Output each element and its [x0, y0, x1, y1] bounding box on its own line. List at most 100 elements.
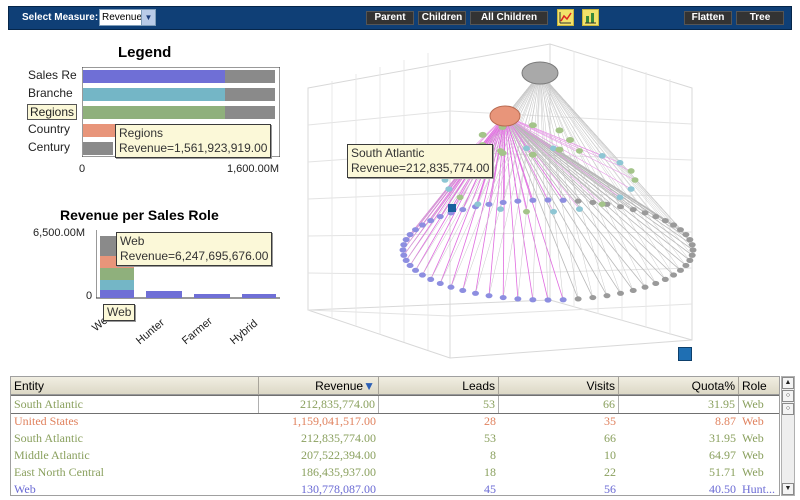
legend-label-regions[interactable]: Regions	[27, 104, 78, 120]
chevron-down-icon[interactable]: ▼	[141, 10, 155, 25]
table-row[interactable]: South Atlantic 212,835,774.00 53 66 31.95 Web	[11, 395, 779, 414]
legend-bar-branches	[83, 88, 225, 101]
hierarchy-node	[400, 252, 408, 258]
zoom-icon[interactable]: ○	[782, 390, 794, 402]
hierarchy-node	[474, 201, 482, 207]
table-cell-role: Hunt...	[742, 482, 775, 496]
table-cell-quota: 8.87	[715, 414, 736, 428]
column-header-visits[interactable]: Visits	[499, 377, 619, 395]
table-cell-visits: 66	[499, 396, 619, 413]
hierarchy-node	[427, 276, 435, 282]
hierarchy-node	[641, 284, 649, 290]
hierarchy-3d-view[interactable]	[300, 40, 800, 365]
table-cell-entity: East North Central	[14, 465, 104, 479]
hierarchy-node	[652, 280, 660, 287]
hierarchy-node-country	[489, 105, 521, 127]
scroll-up-icon[interactable]: ▲	[782, 377, 794, 389]
hierarchy-node	[445, 186, 453, 192]
table-cell-role: Web	[739, 396, 779, 413]
column-header-revenue[interactable]: Revenue▼	[259, 377, 379, 395]
revenue-category-hybrid[interactable]: Hybrid	[228, 318, 260, 348]
legend-axis-max: 1,600.00M	[227, 163, 279, 175]
hierarchy-node	[629, 287, 637, 294]
table-cell-revenue: 130,778,087.00	[301, 482, 376, 496]
legend-label-branches[interactable]: Branche	[28, 86, 73, 100]
hierarchy-node	[566, 137, 574, 143]
revenue-category-tooltip: Web	[103, 304, 136, 321]
flatten-button[interactable]: Flatten	[684, 11, 732, 25]
column-header-entity[interactable]: Entity	[11, 377, 259, 395]
table-row[interactable]: United States 1,159,041,517.00 28 35 8.87 Web	[11, 413, 779, 430]
table-row[interactable]: South Atlantic 212,835,774.00 53 66 31.95 Web	[11, 430, 779, 447]
entity-table: Entity Revenue▼ Leads Visits Quota% Role…	[10, 376, 780, 496]
table-cell-entity: Middle Atlantic	[14, 448, 90, 462]
legend-axis-min: 0	[79, 163, 86, 175]
table-cell-revenue: 212,835,774.00	[259, 396, 379, 413]
hierarchy-node	[652, 213, 660, 220]
revenue-category-hunter[interactable]: Hunter	[134, 317, 167, 347]
measure-select-value: Revenue	[102, 12, 143, 23]
all-children-button[interactable]: All Children	[470, 11, 548, 25]
view-cube-icon[interactable]	[678, 347, 692, 361]
hierarchy-node	[418, 222, 426, 228]
line-chart-icon[interactable]	[557, 9, 574, 26]
bar-chart-icon[interactable]	[582, 9, 599, 26]
hierarchy-node	[400, 242, 408, 248]
table-cell-quota: 51.71	[709, 465, 736, 479]
hierarchy-node	[670, 222, 678, 228]
hierarchy-node	[589, 199, 597, 206]
table-row[interactable]: East North Central 186,435,937.00 18 22 51.7…	[11, 464, 779, 481]
hierarchy-node-century	[521, 61, 559, 85]
scroll-down-icon[interactable]: ▼	[782, 483, 794, 495]
hierarchy-node	[399, 247, 407, 253]
revenue-axis-min: 0	[86, 290, 93, 302]
table-cell-visits: 22	[604, 465, 616, 479]
hierarchy-node	[676, 267, 684, 273]
legend-label-sales-reps[interactable]: Sales Re	[28, 68, 77, 82]
revenue-tooltip-value: Revenue=6,247,695,676.00	[120, 249, 269, 263]
hierarchy-node	[412, 227, 420, 233]
table-cell-entity: South Atlantic	[14, 431, 83, 445]
table-cell-leads: 53	[484, 431, 496, 445]
table-cell-visits: 56	[604, 482, 616, 496]
hierarchy-node	[544, 297, 552, 303]
children-button[interactable]: Children	[418, 11, 466, 25]
table-row[interactable]: Web 130,778,087.00 45 56 40.50 Hunt...	[11, 481, 779, 496]
tree-button[interactable]: Tree	[736, 11, 784, 25]
revenue-tooltip: Web Revenue=6,247,695,676.00	[116, 232, 273, 266]
hierarchy-node	[574, 296, 582, 302]
hierarchy-node	[616, 194, 624, 201]
hierarchy-node	[686, 257, 694, 263]
table-cell-leads: 8	[490, 448, 496, 462]
measure-select[interactable]: Revenue ▼	[99, 9, 156, 26]
hierarchy-node	[522, 208, 530, 215]
table-row[interactable]: Middle Atlantic 207,522,394.00 8 10 64.97 Web	[11, 447, 779, 464]
revenue-bar-hunter	[146, 291, 182, 298]
table-cell-leads: 18	[484, 465, 496, 479]
hierarchy-node	[497, 206, 505, 212]
hierarchy-node	[688, 252, 696, 258]
hierarchy-node	[427, 218, 435, 224]
revenue-chart-title: Revenue per Sales Role	[60, 207, 219, 223]
hierarchy-node	[559, 197, 567, 203]
hierarchy-node	[559, 297, 567, 303]
revenue-bar-web-salesreps	[100, 290, 134, 298]
legend-label-country[interactable]: Country	[28, 122, 70, 136]
revenue-category-farmer[interactable]: Farmer	[180, 315, 215, 347]
table-scrollbar[interactable]: ▲ ○ ○ ▼	[781, 376, 795, 496]
table-cell-role: Web	[742, 448, 764, 462]
hierarchy-node	[629, 206, 637, 213]
legend-label-century[interactable]: Century	[28, 140, 70, 154]
legend-title: Legend	[118, 44, 172, 61]
hierarchy-node	[544, 197, 552, 203]
column-header-quota[interactable]: Quota%	[619, 377, 739, 395]
column-header-role[interactable]: Role	[739, 377, 779, 395]
legend-tooltip-value: Revenue=1,561,923,919.00	[119, 141, 268, 155]
revenue-bar-web-regions	[100, 268, 134, 280]
hierarchy-node	[641, 210, 649, 216]
zoom-out-icon[interactable]: ○	[782, 403, 794, 415]
legend-bar-century	[83, 142, 113, 155]
column-header-leads[interactable]: Leads	[379, 377, 499, 395]
parent-button[interactable]: Parent	[366, 11, 414, 25]
hierarchy-node	[627, 186, 635, 192]
